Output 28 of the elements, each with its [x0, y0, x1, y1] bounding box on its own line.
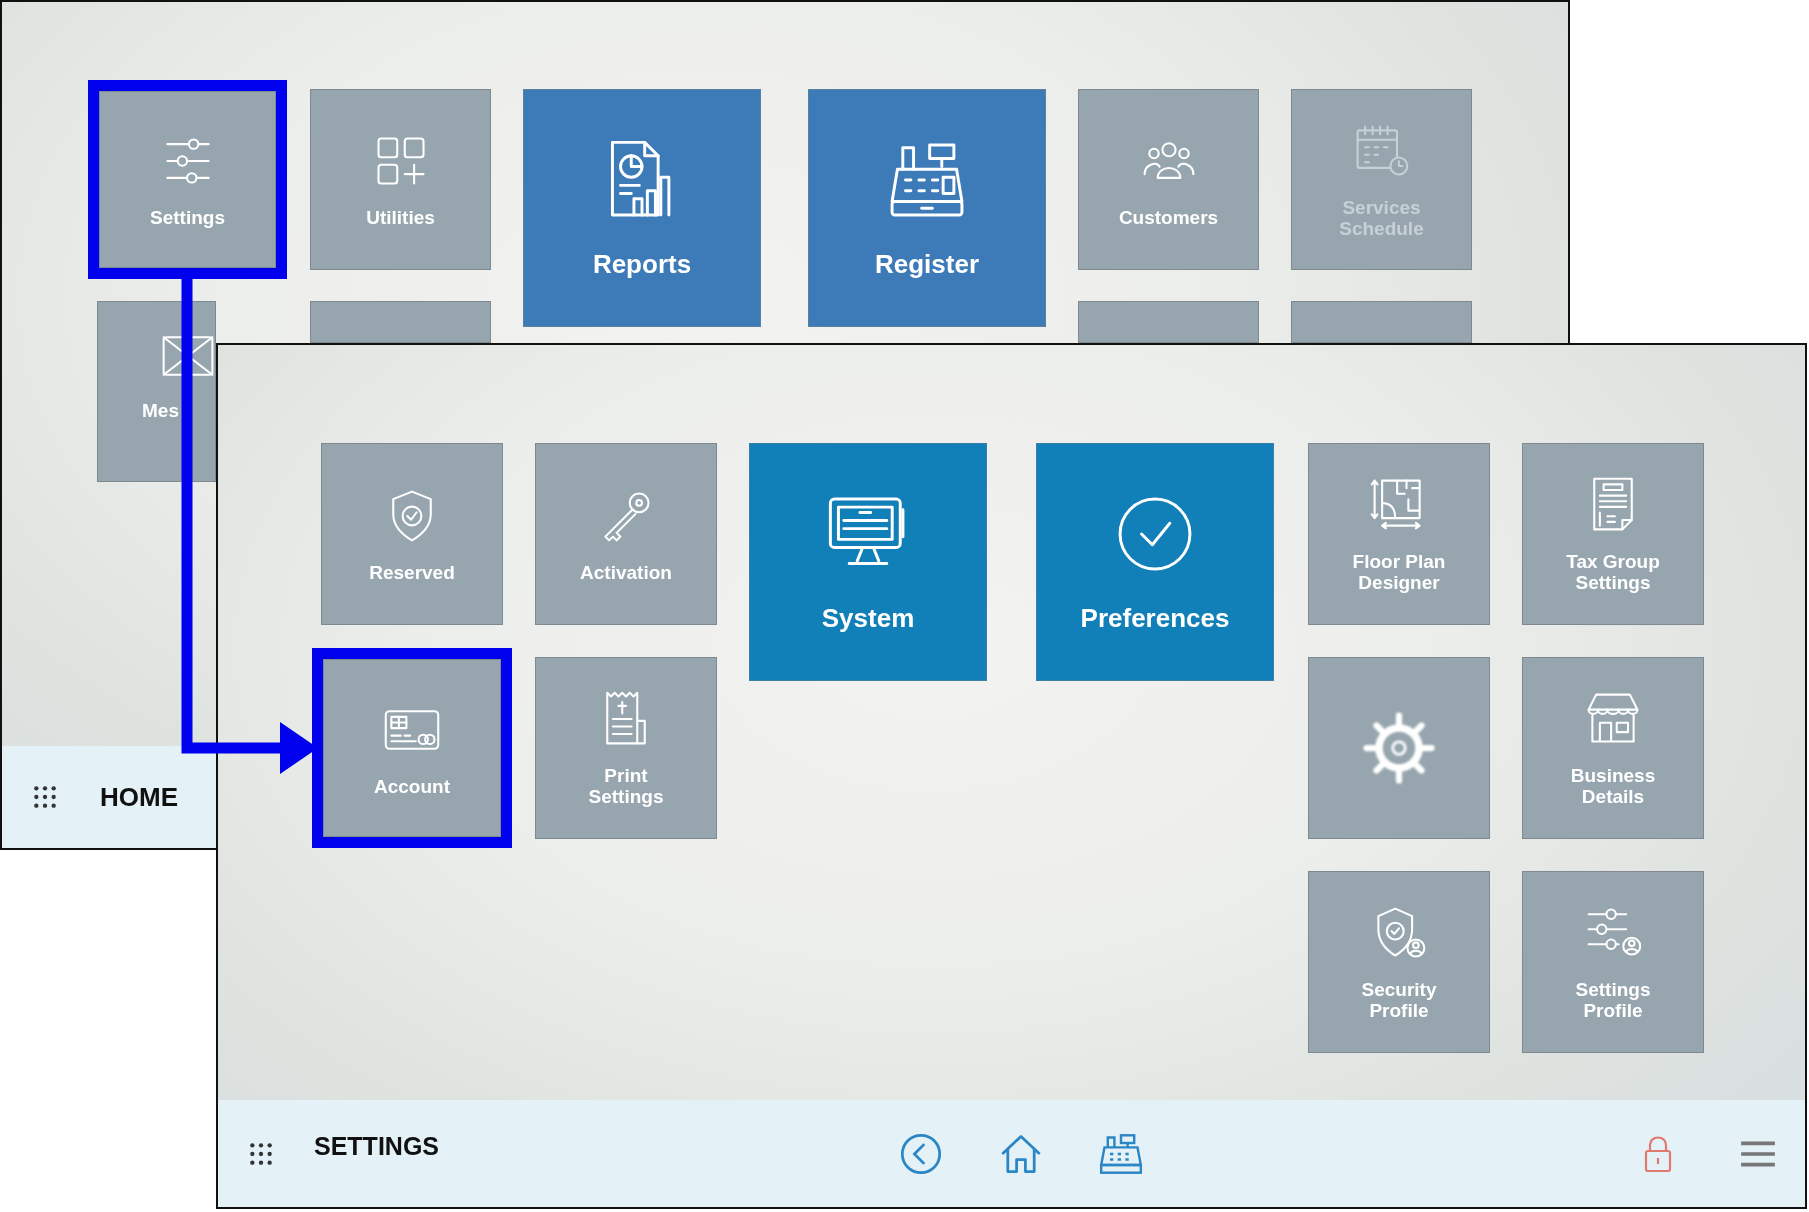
- menu-tile[interactable]: System: [749, 443, 987, 681]
- menu-tile[interactable]: [1308, 657, 1490, 839]
- menu-tile[interactable]: Settings Profile: [1522, 871, 1704, 1053]
- apps-grid-icon[interactable]: [32, 784, 58, 810]
- menu-tile[interactable]: Print Settings: [535, 657, 717, 839]
- menu-tile[interactable]: Utilities: [310, 89, 491, 270]
- menu-tile[interactable]: Preferences: [1036, 443, 1274, 681]
- menu-tile[interactable]: Security Profile: [1308, 871, 1490, 1053]
- menu-tile[interactable]: [1291, 301, 1472, 343]
- menu-tile[interactable]: Mes: [97, 301, 216, 482]
- screen-title: SETTINGS: [314, 1132, 439, 1161]
- menu-tile[interactable]: Account: [323, 659, 501, 837]
- lock-icon[interactable]: [1643, 1133, 1673, 1174]
- menu-tile[interactable]: Reserved: [321, 443, 503, 625]
- menu-tile[interactable]: Settings: [99, 91, 276, 268]
- menu-tile[interactable]: Reports: [523, 89, 761, 327]
- menu-tile[interactable]: Activation: [535, 443, 717, 625]
- apps-grid-icon[interactable]: [248, 1140, 274, 1167]
- menu-tile[interactable]: [1078, 301, 1259, 343]
- menu-tile[interactable]: Business Details: [1522, 657, 1704, 839]
- menu-tile[interactable]: Tax Group Settings: [1522, 443, 1704, 625]
- back-icon[interactable]: [899, 1131, 943, 1176]
- menu-tile[interactable]: [310, 301, 491, 343]
- menu-tile[interactable]: Register: [808, 89, 1046, 327]
- menu-tile[interactable]: Floor Plan Designer: [1308, 443, 1490, 625]
- screen-title: HOME: [100, 781, 178, 813]
- cash-register-icon[interactable]: [1099, 1131, 1143, 1176]
- menu-tile[interactable]: Customers: [1078, 89, 1259, 270]
